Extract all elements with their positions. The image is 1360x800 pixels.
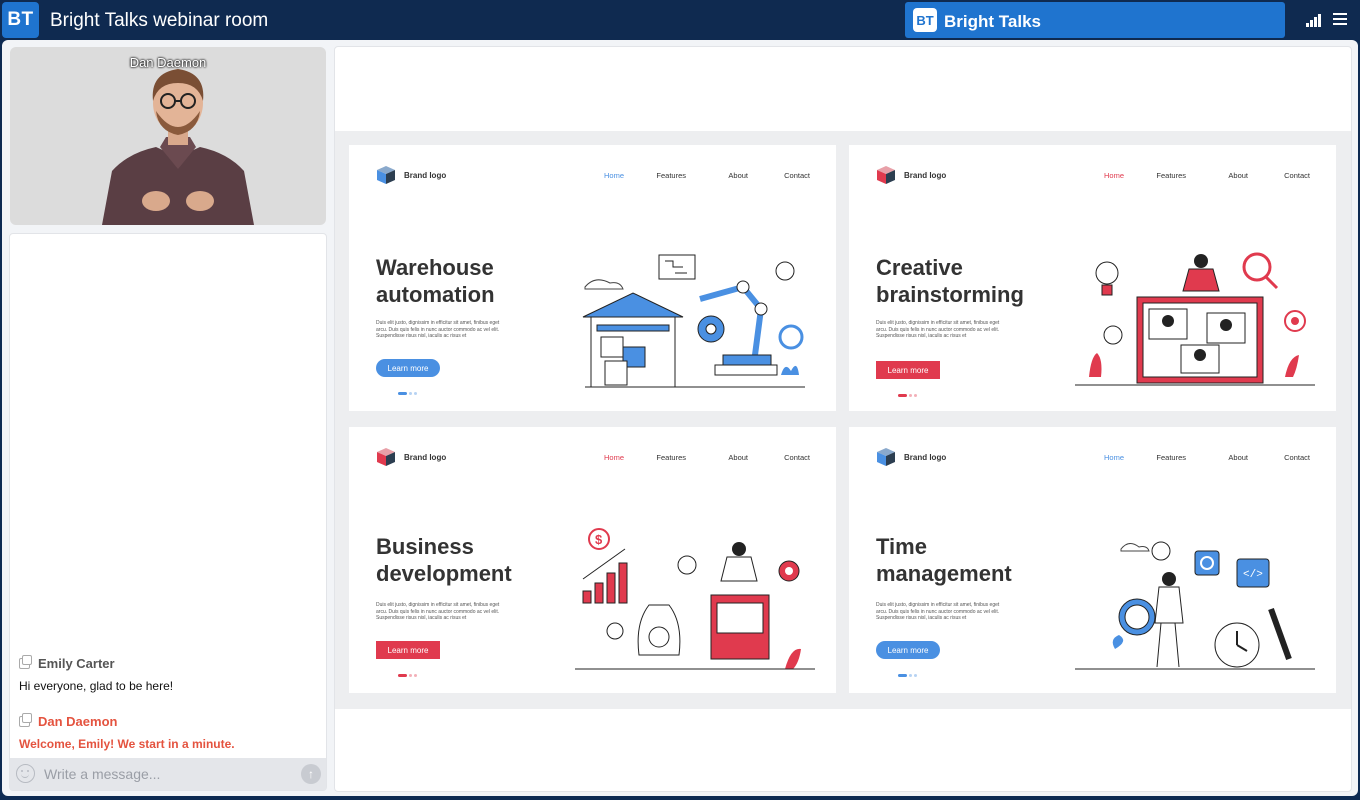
slide-nav: Home Features About Contact bbox=[1062, 171, 1310, 180]
brand-tab[interactable]: BT Bright Talks bbox=[905, 2, 1285, 38]
chat-author: Dan Daemon bbox=[38, 714, 118, 729]
nav-about: About bbox=[1228, 171, 1248, 180]
slide-card-brainstorming: Brand logo Home Features About Contact C… bbox=[849, 145, 1336, 411]
slide-body-text: Duis elit justo, dignissim in efficitur … bbox=[876, 320, 1000, 339]
nav-contact: Contact bbox=[784, 453, 810, 462]
learn-more-button: Learn more bbox=[876, 641, 940, 659]
title-bar: BT Bright Talks webinar room BT Bright T… bbox=[0, 0, 1360, 40]
chat-text: Welcome, Emily! We start in a minute. bbox=[19, 737, 235, 751]
business-illustration: $ bbox=[575, 528, 815, 670]
speaker-name-label: Dan Daemon bbox=[129, 55, 207, 70]
nav-features: Features bbox=[656, 453, 686, 462]
slide-heading: Warehouse automation bbox=[376, 255, 495, 307]
chat-composer: ↑ bbox=[10, 758, 326, 790]
slide-card-warehouse: Brand logo Home Features About Contact W… bbox=[349, 145, 836, 411]
learn-more-button: Learn more bbox=[376, 359, 440, 377]
cube-logo-icon bbox=[877, 166, 895, 184]
speaker-figure bbox=[102, 69, 254, 225]
app-badge: BT bbox=[2, 2, 39, 38]
carousel-dots bbox=[398, 674, 417, 677]
learn-more-button: Learn more bbox=[376, 641, 440, 659]
brand-logo: Brand logo bbox=[876, 447, 946, 467]
nav-home: Home bbox=[1103, 171, 1124, 180]
nav-home: Home bbox=[1103, 453, 1124, 462]
message-input[interactable] bbox=[44, 764, 294, 784]
nav-home: Home bbox=[603, 171, 624, 180]
brand-logo: Brand logo bbox=[376, 447, 446, 467]
nav-contact: Contact bbox=[1284, 453, 1310, 462]
brand-mini-badge: BT bbox=[913, 8, 937, 32]
cube-logo-icon bbox=[877, 448, 895, 466]
signal-bars-icon bbox=[1306, 13, 1324, 27]
svg-text:</>: </> bbox=[1243, 569, 1263, 581]
slide-nav: Home Features About Contact bbox=[562, 171, 810, 180]
slide-nav: Home Features About Contact bbox=[562, 453, 810, 462]
slide-body-text: Duis elit justo, dignissim in efficitur … bbox=[376, 602, 500, 621]
nav-features: Features bbox=[1156, 171, 1186, 180]
nav-about: About bbox=[728, 453, 748, 462]
nav-contact: Contact bbox=[784, 171, 810, 180]
carousel-dots bbox=[898, 674, 917, 677]
emoji-icon[interactable] bbox=[16, 764, 35, 783]
brand-name: Bright Talks bbox=[944, 12, 1041, 31]
slide-nav: Home Features About Contact bbox=[1062, 453, 1310, 462]
learn-more-button: Learn more bbox=[876, 361, 940, 379]
chat-text: Hi everyone, glad to be here! bbox=[19, 679, 174, 693]
send-arrow-icon[interactable]: ↑ bbox=[301, 764, 321, 784]
slide-heading: Creative brainstorming bbox=[876, 255, 1024, 307]
copy-icon[interactable] bbox=[19, 655, 32, 669]
brand-logo: Brand logo bbox=[876, 165, 946, 185]
slide-heading: Business development bbox=[376, 534, 512, 586]
brand-logo: Brand logo bbox=[376, 165, 446, 185]
speaker-video[interactable]: Dan Daemon bbox=[10, 47, 326, 225]
slide-body-text: Duis elit justo, dignissim in efficitur … bbox=[376, 320, 500, 339]
slide-card-time: Brand logo Home Features About Contact T… bbox=[849, 427, 1336, 693]
cube-logo-icon bbox=[377, 448, 395, 466]
chat-message: Emily Carter Hi everyone, glad to be her… bbox=[19, 655, 319, 693]
app-title: Bright Talks webinar room bbox=[50, 10, 269, 31]
brainstorming-illustration bbox=[1075, 252, 1315, 386]
slide-body-text: Duis elit justo, dignissim in efficitur … bbox=[876, 602, 1000, 621]
nav-features: Features bbox=[656, 171, 686, 180]
svg-text:$: $ bbox=[595, 532, 603, 547]
nav-about: About bbox=[728, 171, 748, 180]
hamburger-menu-icon[interactable] bbox=[1333, 13, 1347, 26]
nav-contact: Contact bbox=[1284, 171, 1310, 180]
nav-about: About bbox=[1228, 453, 1248, 462]
copy-icon[interactable] bbox=[19, 713, 32, 727]
chat-message-host: Dan Daemon Welcome, Emily! We start in a… bbox=[19, 713, 319, 751]
time-illustration: </> bbox=[1075, 541, 1315, 670]
nav-home: Home bbox=[603, 453, 624, 462]
slide-heading: Time management bbox=[876, 534, 1012, 586]
carousel-dots bbox=[398, 392, 417, 395]
warehouse-illustration bbox=[582, 254, 805, 388]
carousel-dots bbox=[898, 394, 917, 397]
presentation-slide: Brand logo Home Features About Contact W… bbox=[334, 46, 1352, 792]
slide-card-business: Brand logo Home Features About Contact B… bbox=[349, 427, 836, 693]
cube-logo-icon bbox=[377, 166, 395, 184]
chat-author: Emily Carter bbox=[38, 656, 115, 671]
nav-features: Features bbox=[1156, 453, 1186, 462]
chat-panel: Emily Carter Hi everyone, glad to be her… bbox=[9, 233, 327, 791]
